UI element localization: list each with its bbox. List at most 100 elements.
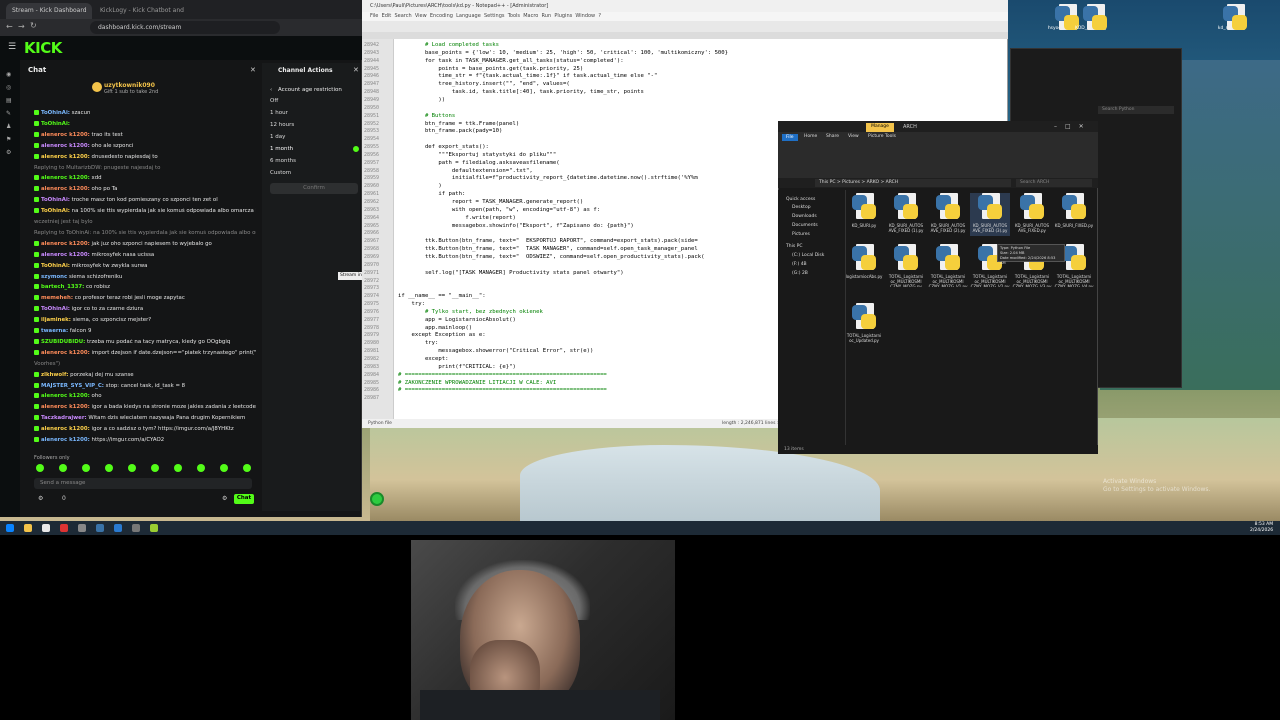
menu-item[interactable]: Language <box>456 13 481 19</box>
code-line[interactable]: def export_stats(): <box>398 144 489 150</box>
code-line[interactable]: # ======================================… <box>398 372 607 378</box>
code-line[interactable]: if path: <box>398 191 465 197</box>
desktop-icon-file[interactable]: KOD_TODO.py <box>1074 4 1108 31</box>
chat-username[interactable]: aleneroc k1200: <box>41 426 90 432</box>
file-item[interactable]: KD_SIURI_AUTOS AVE_FIXED (1).py <box>886 193 926 236</box>
ribbon-tab-share[interactable]: Share <box>826 134 839 139</box>
code-line[interactable]: messagebox.showerror("Critical Error", s… <box>398 348 593 354</box>
code-line[interactable]: path = filedialog.asksaveasfilename( <box>398 160 559 166</box>
back-chevron-icon[interactable]: ‹ <box>270 87 272 93</box>
code-line[interactable]: print(f"CRITICAL: {e}") <box>398 364 515 370</box>
code-line[interactable]: except Exception as e: <box>398 332 485 338</box>
browser-taskbar-icon[interactable] <box>60 524 68 532</box>
emote-icon[interactable] <box>243 464 251 472</box>
chat-username[interactable]: ToOhinAi: <box>41 121 70 127</box>
chat-send-button[interactable]: Chat <box>234 494 254 504</box>
nav-item[interactable]: (G:) 2B <box>792 271 808 276</box>
nav-item[interactable]: Pictures <box>792 232 810 237</box>
code-line[interactable]: report = TASK_MANAGER.generate_report() <box>398 199 583 205</box>
nav-item[interactable]: Documents <box>792 223 818 228</box>
nav-item[interactable]: Desktop <box>792 205 811 210</box>
explorer-search-input[interactable]: Search ARCH <box>1016 179 1092 187</box>
menu-item[interactable]: Search <box>394 13 411 19</box>
option-12-hours[interactable]: 12 hours <box>270 122 294 128</box>
nav-item[interactable]: (F:) 4B <box>792 262 807 267</box>
chat-username[interactable]: aleneroc k1200: <box>41 154 90 160</box>
url-input[interactable]: dashboard.kick.com/stream <box>90 21 280 34</box>
option-off[interactable]: Off <box>270 98 278 104</box>
reload-icon[interactable]: ↻ <box>30 21 37 30</box>
code-line[interactable]: ttk.Button(btn_frame, text=" TASK MANAGE… <box>398 246 698 252</box>
chat-username[interactable]: SZUBIDUBIDU: <box>41 339 85 345</box>
emote-icon[interactable] <box>105 464 113 472</box>
record-icon[interactable] <box>370 492 384 506</box>
chat-username[interactable]: aleneroc k1200: <box>41 252 90 258</box>
code-line[interactable]: btn_frame = ttk.Frame(panel) <box>398 121 519 127</box>
editor-toolbar[interactable] <box>362 21 1008 32</box>
ribbon-tab-picture-tools[interactable]: Picture Tools <box>868 134 896 139</box>
python-taskbar-icon[interactable] <box>96 524 104 532</box>
code-line[interactable]: self.log("[TASK MANAGER] Productivity st… <box>398 270 624 276</box>
app-taskbar-icon[interactable] <box>78 524 86 532</box>
chat-username[interactable]: aleneroc k1200: <box>41 437 90 443</box>
gear-icon[interactable]: ⚙ <box>222 495 227 502</box>
emote-icon[interactable] <box>128 464 136 472</box>
file-item[interactable]: KD_SIURI_AUTOS AVE_FIXED (2).py <box>928 193 968 236</box>
option-1-hour[interactable]: 1 hour <box>270 110 288 116</box>
chat-username[interactable]: zlkhwolf: <box>41 372 68 378</box>
menu-icon[interactable]: ☰ <box>8 42 16 52</box>
code-line[interactable]: ttk.Button(btn_frame, text=" ODSWIEZ", c… <box>398 254 705 260</box>
chat-username[interactable]: ToOhinAi: <box>41 197 70 203</box>
confirm-button[interactable]: Confirm <box>270 183 358 194</box>
emote-icon[interactable] <box>151 464 159 472</box>
code-line[interactable]: # ZAKONCZENIE WPROWADZANIE LITIACJI W CA… <box>398 380 556 386</box>
manage-tab[interactable]: Manage <box>866 123 894 132</box>
explorer-taskbar-icon[interactable] <box>24 524 32 532</box>
chat-username[interactable]: bartech_1337: <box>41 284 84 290</box>
forward-arrow-icon[interactable]: → <box>18 22 25 31</box>
code-line[interactable]: tree_history.insert("", "end", values=( <box>398 81 569 87</box>
emote-icon[interactable] <box>220 464 228 472</box>
code-line[interactable]: except: <box>398 356 449 362</box>
radio-selected-icon[interactable] <box>353 146 359 152</box>
chat-username[interactable]: ToOhinAi: <box>41 306 70 312</box>
chat-username[interactable]: ToOhinAi: <box>41 208 70 214</box>
code-line[interactable]: app = LogistarniocAbsolut() <box>398 317 516 323</box>
code-line[interactable]: """Eksportuj statystyki do pliku""" <box>398 152 556 158</box>
option-1-month[interactable]: 1 month <box>270 146 293 152</box>
code-line[interactable]: base_points = {'low': 10, 'medium': 25, … <box>398 50 728 56</box>
app-taskbar-icon[interactable] <box>42 524 50 532</box>
send-message-input[interactable]: Send a message <box>34 478 252 489</box>
menu-item[interactable]: View <box>415 13 427 19</box>
emote-icon[interactable] <box>36 464 44 472</box>
explorer-ribbon[interactable]: File Home Share View Picture Tools <box>778 132 1098 178</box>
file-item[interactable]: KD_SIURI_FIXED.py <box>1054 193 1094 236</box>
emote-icon[interactable] <box>59 464 67 472</box>
code-line[interactable]: f.write(report) <box>398 215 516 221</box>
code-line[interactable]: # ======================================… <box>398 387 607 393</box>
chat-username[interactable]: twaerna: <box>41 328 68 334</box>
file-item[interactable]: logistarniocAbs.py <box>844 244 884 287</box>
code-line[interactable]: try: <box>398 340 438 346</box>
code-line[interactable]: ) <box>398 183 441 189</box>
code-line[interactable]: app.mainloop() <box>398 325 472 331</box>
nav-item[interactable]: This PC <box>786 244 802 249</box>
app-taskbar-icon[interactable] <box>114 524 122 532</box>
ribbon-tab-view[interactable]: View <box>848 134 859 139</box>
ribbon-tab-file[interactable]: File <box>782 134 798 141</box>
menu-item[interactable]: Tools <box>508 13 520 19</box>
settings-icon[interactable]: ⚙ <box>38 495 43 502</box>
code-line[interactable]: defaultextension=".txt", <box>398 168 533 174</box>
file-item[interactable]: KD_SIURI.py <box>844 193 884 236</box>
code-line[interactable]: try: <box>398 301 424 307</box>
nav-item[interactable]: Downloads <box>792 214 817 219</box>
kick-logo[interactable]: KICK <box>24 39 62 57</box>
chat-username[interactable]: iljaminek: <box>41 317 71 323</box>
option-1-day[interactable]: 1 day <box>270 134 285 140</box>
menu-item[interactable]: File <box>370 13 378 19</box>
menu-item[interactable]: Run <box>542 13 552 19</box>
file-item[interactable]: KD_SIURI_AUTOS AVE_FIXED.py <box>1012 193 1052 236</box>
code-line[interactable]: messagebox.showinfo("Eksport", f"Zapisan… <box>398 223 634 229</box>
chat-username[interactable]: aleneroc k1200: <box>41 186 90 192</box>
search-input[interactable]: Search Python <box>1098 106 1174 114</box>
